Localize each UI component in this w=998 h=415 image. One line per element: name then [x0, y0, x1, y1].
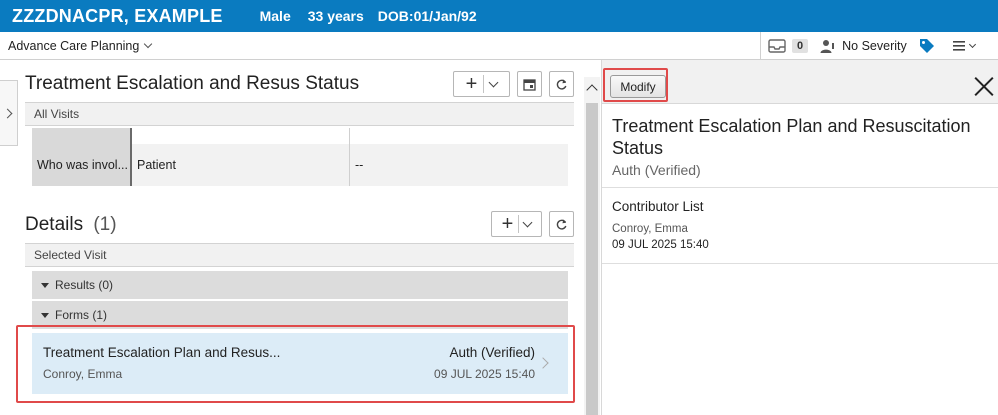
severity-button[interactable]: No Severity [820, 39, 907, 54]
add-details-button[interactable]: + [491, 211, 542, 237]
calendar-icon [523, 78, 536, 91]
patient-gender: Male [259, 8, 291, 24]
expand-sidebar-handle[interactable] [0, 80, 18, 146]
table-cell-extra: -- [355, 158, 364, 172]
highlight-box [16, 325, 575, 403]
plus-icon: + [465, 73, 478, 95]
close-icon[interactable] [972, 74, 996, 98]
inbox-icon [768, 39, 786, 53]
divider [602, 263, 998, 264]
table-cell-value: Patient [137, 158, 176, 172]
treatment-table: Who was invol... Patient -- [32, 128, 568, 186]
chevron-right-icon [2, 108, 12, 118]
message-count-badge: 0 [792, 39, 809, 53]
refresh-icon [556, 79, 567, 90]
divider [483, 75, 485, 93]
refresh-details-button[interactable] [549, 211, 574, 237]
header-toolbar: 0 No Severity [760, 32, 976, 60]
table-cell-label: Who was invol... [32, 144, 130, 186]
panel-title: Treatment Escalation Plan and Resuscitat… [612, 116, 971, 158]
section-title-details: Details (1) [25, 214, 117, 236]
contributor-datetime: 09 JUL 2025 15:40 [612, 239, 709, 251]
divider [760, 32, 761, 60]
visit-filter-selected[interactable]: Selected Visit [25, 243, 574, 267]
table-row[interactable]: Who was invol... Patient -- [32, 144, 568, 186]
highlight-box [603, 68, 668, 102]
refresh-treatment-button[interactable] [549, 71, 574, 97]
patient-dob: DOB:01/Jan/92 [377, 8, 477, 24]
patient-name: ZZZDNACPR, EXAMPLE [12, 5, 223, 26]
chevron-down-icon [144, 39, 153, 48]
chevron-down-icon [968, 40, 976, 48]
group-label: Forms (1) [55, 308, 107, 322]
details-count: (1) [93, 214, 117, 235]
contributor-heading: Contributor List [612, 199, 704, 214]
add-treatment-button[interactable]: + [453, 71, 510, 97]
chevron-down-icon [522, 217, 533, 227]
patient-age: 33 years [307, 8, 364, 24]
section-title-treatment: Treatment Escalation and Resus Status [25, 73, 360, 94]
caret-down-icon [41, 312, 49, 318]
view-name: Advance Care Planning [8, 38, 140, 53]
contributor-name: Conroy, Emma [612, 223, 688, 235]
divider [130, 144, 132, 186]
detail-panel: Modify Treatment Escalation Plan and Res… [601, 60, 998, 415]
messages-button[interactable]: 0 [768, 39, 809, 53]
group-results[interactable]: Results (0) [32, 271, 568, 299]
table-cell-label [32, 128, 130, 144]
person-alert-icon [820, 39, 835, 53]
view-header: Advance Care Planning 0 No Severity [0, 32, 998, 60]
divider [349, 128, 350, 144]
patient-banner: ZZZDNACPR, EXAMPLE Male 33 years DOB:01/… [0, 0, 998, 32]
divider [349, 144, 350, 186]
tag-icon [919, 39, 934, 53]
refresh-icon [556, 219, 567, 230]
scrollbar-thumb[interactable] [586, 103, 598, 415]
divider [130, 128, 132, 144]
tag-button[interactable] [919, 38, 935, 54]
severity-label: No Severity [842, 39, 907, 53]
plus-icon: + [501, 213, 514, 235]
panel-status: Auth (Verified) [612, 162, 701, 178]
details-title: Details [25, 214, 84, 235]
hamburger-icon [952, 41, 965, 51]
divider [602, 187, 998, 188]
group-label: Results (0) [55, 278, 114, 292]
caret-down-icon [41, 282, 49, 288]
divider [518, 215, 520, 233]
menu-button[interactable] [952, 40, 976, 52]
calendar-button[interactable] [517, 71, 542, 97]
visit-filter-all[interactable]: All Visits [25, 102, 574, 126]
chevron-down-icon [488, 77, 499, 87]
view-selector[interactable]: Advance Care Planning [8, 38, 153, 53]
table-row [32, 128, 568, 144]
